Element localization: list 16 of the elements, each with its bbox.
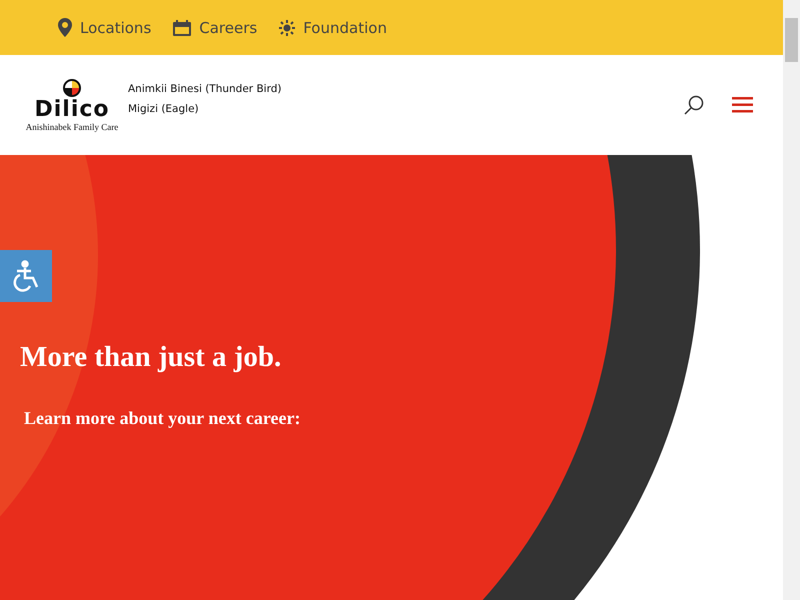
top-bar-link[interactable]: Locations: [58, 18, 152, 37]
map-pin-icon: [58, 18, 72, 37]
menu-icon[interactable]: [732, 97, 753, 113]
accessibility-icon[interactable]: [0, 250, 52, 302]
search-icon[interactable]: [684, 95, 704, 115]
medicine-wheel-icon: [63, 78, 81, 96]
logo[interactable]: Dilico Anishinabek Family Care: [24, 78, 120, 132]
scrollbar[interactable]: [783, 0, 800, 600]
top-bar-link[interactable]: Foundation: [279, 18, 387, 36]
calendar-icon: [173, 20, 192, 36]
nav-link[interactable]: Animkii Binesi (Thunder Bird): [128, 83, 282, 95]
hero-subtitle: Learn more about your next career:: [24, 408, 302, 428]
hero-title: More than just a job.: [20, 340, 282, 374]
top-bar-link[interactable]: Careers: [173, 18, 258, 36]
sun-icon: [279, 20, 296, 36]
nav-link[interactable]: Migizi (Eagle): [128, 103, 282, 115]
